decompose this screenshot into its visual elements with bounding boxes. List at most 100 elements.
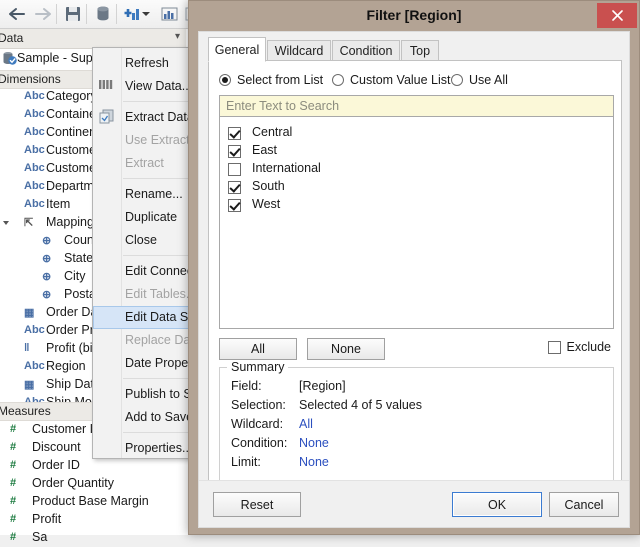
context-menu-item[interactable]: Close xyxy=(94,229,197,252)
summary-key: Condition: xyxy=(231,436,288,450)
bin-icon: ‖ xyxy=(24,342,30,354)
radio-indicator[interactable] xyxy=(451,74,463,86)
dimension-label: Category xyxy=(46,89,97,103)
context-menu-item[interactable]: View Data... xyxy=(94,75,197,98)
abc-icon: Abc xyxy=(24,144,45,156)
radio-use-all[interactable]: Use All xyxy=(451,73,508,87)
dimension-label: Containe xyxy=(46,107,97,121)
value-checkbox[interactable] xyxy=(228,163,241,176)
value-checkbox[interactable] xyxy=(228,145,241,158)
value-list-item[interactable]: International xyxy=(228,161,608,179)
radio-custom-value-list[interactable]: Custom Value List xyxy=(332,73,451,87)
cancel-button[interactable]: Cancel xyxy=(549,492,619,517)
forward-arrow-icon[interactable] xyxy=(30,2,56,26)
context-menu-separator xyxy=(123,255,196,256)
context-menu-item[interactable]: Edit Data So xyxy=(93,306,197,329)
sort-updown-icon[interactable]: ▾ xyxy=(175,31,180,43)
duplicate-sheet-icon[interactable] xyxy=(156,2,182,26)
radio-indicator[interactable] xyxy=(332,74,344,86)
dialog-title: Filter [Region] xyxy=(366,7,462,23)
dimension-label: Custome xyxy=(46,143,97,157)
radio-indicator[interactable] xyxy=(219,74,231,86)
context-menu-item[interactable]: Date Proper xyxy=(94,352,197,375)
hash-icon: # xyxy=(10,477,17,489)
filter-dialog: Filter [Region] General Wildcard Condition… xyxy=(188,0,640,535)
context-menu-item: Replace Dat xyxy=(94,329,197,352)
close-icon[interactable] xyxy=(597,3,637,28)
value-checkbox[interactable] xyxy=(228,127,241,140)
context-menu-item-label: Close xyxy=(125,233,157,247)
datasource-context-menu[interactable]: Refresh View Data... Extract Data Use Extra… xyxy=(92,47,199,459)
database-icon[interactable] xyxy=(90,2,116,26)
dimension-label: Custome xyxy=(46,161,97,175)
context-menu-item[interactable]: Edit Connec xyxy=(94,260,197,283)
back-arrow-icon[interactable] xyxy=(4,2,30,26)
context-menu-item[interactable]: Refresh xyxy=(94,52,197,75)
dimension-label: Item xyxy=(46,197,71,211)
globe-icon: ⊕ xyxy=(42,289,52,301)
exclude-label: Exclude xyxy=(566,340,611,354)
value-label: Central xyxy=(252,125,293,139)
summary-value[interactable]: All xyxy=(299,417,313,431)
search-input[interactable]: Enter Text to Search xyxy=(219,95,614,117)
abc-icon: Abc xyxy=(24,162,45,174)
hierarchy-icon: ⇱ xyxy=(24,217,34,229)
hash-icon: # xyxy=(10,531,17,543)
context-menu-item[interactable]: Rename... xyxy=(94,183,197,206)
context-menu-item-label: Replace Dat xyxy=(125,333,194,347)
tab-condition[interactable]: Condition xyxy=(332,40,400,61)
context-menu-item-label: Edit Connec xyxy=(125,264,194,278)
measure-row[interactable]: # Product Base Margin xyxy=(0,493,190,511)
dimension-label: Mapping xyxy=(46,215,94,229)
save-icon[interactable] xyxy=(60,2,86,26)
radio-label: Select from List xyxy=(237,73,324,87)
value-label: International xyxy=(252,161,321,175)
context-menu-item[interactable]: Duplicate xyxy=(94,206,197,229)
dimensions-label: Dimensions xyxy=(0,72,61,86)
abc-icon: Abc xyxy=(24,90,45,102)
hash-icon: # xyxy=(10,459,17,471)
value-list-item[interactable]: South xyxy=(228,179,608,197)
summary-row: Condition: None xyxy=(231,436,601,454)
tab-wildcard[interactable]: Wildcard xyxy=(267,40,331,61)
measure-label: Order ID xyxy=(32,458,80,472)
select-all-button[interactable]: All xyxy=(219,338,297,360)
context-menu-item-label: Publish to S xyxy=(125,387,192,401)
summary-legend: Summary xyxy=(227,360,289,374)
calendar-icon: ▦ xyxy=(24,307,35,319)
context-menu-item[interactable]: Publish to S xyxy=(94,383,197,406)
measure-row[interactable]: # Sa xyxy=(0,529,190,547)
value-list-item[interactable]: East xyxy=(228,143,608,161)
reset-button[interactable]: Reset xyxy=(213,492,301,517)
exclude-checkbox-box[interactable] xyxy=(547,340,561,354)
dialog-footer: Reset OK Cancel xyxy=(199,480,629,527)
measure-label: Product Base Margin xyxy=(32,494,149,508)
abc-icon: Abc xyxy=(24,324,45,336)
expand-triangle-icon[interactable] xyxy=(3,221,9,225)
context-menu-item[interactable]: Extract Data xyxy=(94,106,197,129)
context-menu-item[interactable]: Properties... xyxy=(94,437,197,460)
value-checkbox[interactable] xyxy=(228,199,241,212)
value-list-item[interactable]: Central xyxy=(228,125,608,143)
exclude-checkbox[interactable]: Exclude xyxy=(547,340,611,354)
ok-button[interactable]: OK xyxy=(452,492,542,517)
tab-general[interactable]: General xyxy=(208,37,266,62)
hash-icon: # xyxy=(10,495,17,507)
summary-value[interactable]: None xyxy=(299,455,329,469)
summary-value[interactable]: None xyxy=(299,436,329,450)
radio-select-from-list[interactable]: Select from List xyxy=(219,73,323,87)
measure-row[interactable]: # Order Quantity xyxy=(0,475,190,493)
extract-icon xyxy=(99,109,117,127)
new-worksheet-dropdown-icon[interactable] xyxy=(140,2,152,26)
tab-top[interactable]: Top xyxy=(401,40,439,61)
value-list[interactable]: Central East International South West xyxy=(219,117,614,329)
value-checkbox[interactable] xyxy=(228,181,241,194)
context-menu-separator xyxy=(123,378,196,379)
select-none-button[interactable]: None xyxy=(307,338,385,360)
filter-mode-radio-group: Select from List Custom Value List Use All xyxy=(219,71,619,91)
context-menu-item[interactable]: Add to Save xyxy=(94,406,197,429)
summary-row: Field: [Region] xyxy=(231,379,601,397)
hash-icon: # xyxy=(10,441,17,453)
value-list-item[interactable]: West xyxy=(228,197,608,215)
measure-row[interactable]: # Profit xyxy=(0,511,190,529)
